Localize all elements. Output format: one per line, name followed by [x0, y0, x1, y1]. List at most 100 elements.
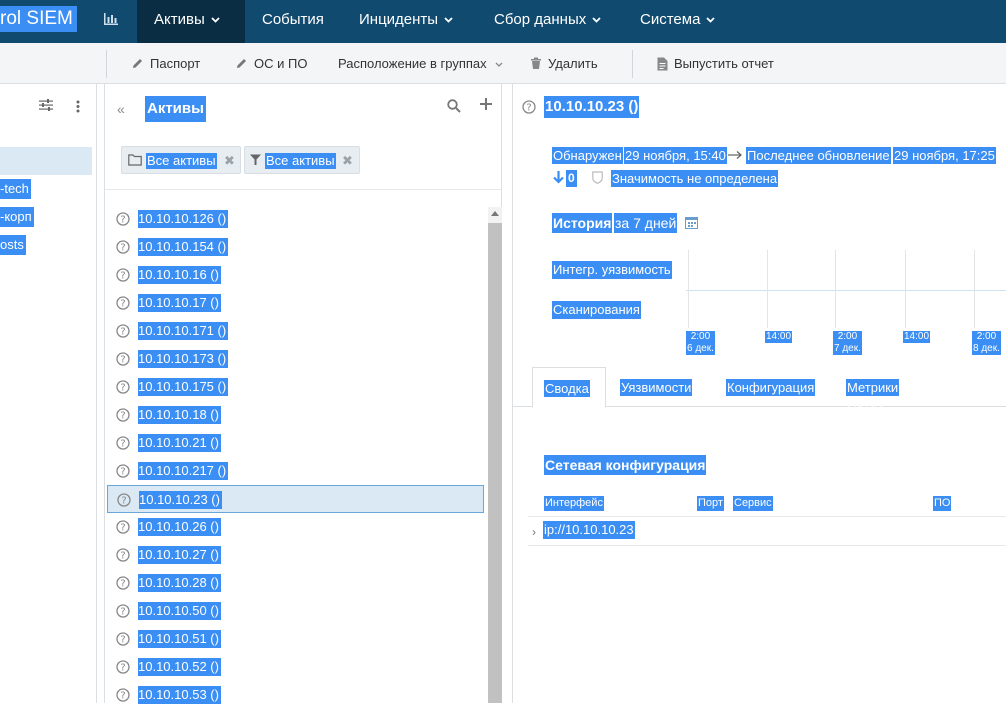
- tab-cvss-metrics-label: Метрики CVSS: [846, 379, 900, 412]
- svg-text:?: ?: [120, 579, 125, 590]
- settings-sliders-icon[interactable]: [39, 99, 53, 111]
- column-header-software[interactable]: ПО: [933, 496, 952, 511]
- asset-list-scrollbar[interactable]: [488, 207, 502, 703]
- asset-list-item[interactable]: ? 10.10.10.18 (): [107, 401, 484, 429]
- asset-list-item[interactable]: ? 10.10.10.17 (): [107, 289, 484, 317]
- svg-text:?: ?: [120, 607, 125, 618]
- svg-text:?: ?: [120, 691, 125, 702]
- nav-system[interactable]: Система: [640, 0, 716, 43]
- asset-list-item[interactable]: ? 10.10.10.26 (): [107, 513, 484, 541]
- nav-assets[interactable]: Активы: [137, 0, 245, 43]
- chevron-down-icon: [211, 17, 220, 23]
- passport-button[interactable]: Паспорт: [131, 43, 200, 84]
- asset-list-item[interactable]: ? 10.10.10.21 (): [107, 429, 484, 457]
- asset-ip-label: 10.10.10.217 (): [138, 462, 229, 480]
- add-icon[interactable]: [480, 98, 492, 110]
- passport-label: Паспорт: [150, 56, 201, 71]
- delete-label: Удалить: [548, 56, 598, 71]
- nav-data-collection-label: Сбор данных: [494, 11, 587, 28]
- asset-list-item[interactable]: ? 10.10.10.52 (): [107, 653, 484, 681]
- column-header-port[interactable]: Порт: [697, 496, 724, 511]
- close-icon[interactable]: ✖: [342, 153, 353, 169]
- timeline-tick-time: 2:00: [690, 331, 711, 342]
- timeline-tick-label: 14:00: [903, 331, 931, 343]
- group-tree-item[interactable]: -tech: [0, 179, 31, 199]
- last-update-value: 29 ноября, 17:25: [893, 147, 996, 164]
- timeline-tick-date: 7 дек.: [834, 343, 861, 354]
- asset-list-item[interactable]: ? 10.10.10.171 (): [107, 317, 484, 345]
- asset-list-pane: « Активы Все активы ✖ Все активы ✖ ? 10.1…: [104, 84, 502, 704]
- timeline-gridline: [767, 250, 768, 328]
- pencil-icon: [133, 59, 142, 69]
- timeline-gridline: [688, 250, 689, 328]
- more-vertical-icon[interactable]: [76, 100, 80, 113]
- unknown-os-icon: ?: [116, 380, 130, 394]
- asset-list-item[interactable]: ? 10.10.10.23 (): [107, 485, 484, 513]
- toolbar-divider: [632, 50, 633, 78]
- asset-list-item[interactable]: ? 10.10.10.53 (): [107, 681, 484, 709]
- group-location-label: Расположение в группах: [338, 56, 487, 71]
- tab-configuration-label: Конфигурация: [726, 379, 816, 396]
- asset-list-item[interactable]: ? 10.10.10.51 (): [107, 625, 484, 653]
- asset-list-item[interactable]: ? 10.10.10.175 (): [107, 373, 484, 401]
- group-filter-chip[interactable]: Все активы ✖: [121, 146, 241, 174]
- asset-ip-label: 10.10.10.126 (): [138, 210, 229, 228]
- group-tree-selected-row[interactable]: [0, 147, 92, 175]
- delete-button[interactable]: Удалить: [530, 43, 598, 84]
- unknown-os-icon: ?: [522, 100, 536, 114]
- chevron-down-icon: [592, 17, 601, 23]
- app-brand[interactable]: rol SIEM: [0, 6, 77, 32]
- asset-ip-label: 10.10.10.17 (): [138, 294, 221, 312]
- asset-list-item[interactable]: ? 10.10.10.28 (): [107, 569, 484, 597]
- asset-list-item[interactable]: ? 10.10.10.154 (): [107, 233, 484, 261]
- column-header-interface[interactable]: Интерфейс: [544, 496, 604, 511]
- close-icon[interactable]: ✖: [224, 153, 235, 169]
- unknown-os-icon: ?: [116, 352, 130, 366]
- group-tree-item[interactable]: osts: [0, 235, 26, 255]
- timeline-tick-date: 8 дек.: [973, 343, 1000, 354]
- asset-ip-label: 10.10.10.173 (): [138, 350, 229, 368]
- filter-funnel-icon: [250, 154, 261, 165]
- asset-ip-label: 10.10.10.16 (): [138, 266, 221, 284]
- table-divider: [528, 516, 1006, 517]
- generate-report-button[interactable]: Выпустить отчет: [657, 43, 774, 84]
- scroll-up-arrow-icon[interactable]: [491, 211, 499, 216]
- column-header-service[interactable]: Сервис: [733, 496, 773, 511]
- asset-list-item[interactable]: ? 10.10.10.27 (): [107, 541, 484, 569]
- timeline-row-vulnerability: Интегр. уязвимость: [552, 261, 672, 279]
- table-divider: [528, 545, 1006, 546]
- nav-incidents[interactable]: Инциденты: [359, 0, 453, 43]
- asset-ip-label: 10.10.10.52 (): [138, 658, 221, 676]
- asset-list-item[interactable]: ? 10.10.10.217 (): [107, 457, 484, 485]
- dashboard-chart-icon[interactable]: [103, 12, 119, 26]
- asset-list-item[interactable]: ? 10.10.10.126 (): [107, 205, 484, 233]
- interface-value[interactable]: ip://10.10.10.23: [543, 521, 635, 539]
- calendar-icon[interactable]: [685, 216, 698, 229]
- tab-summary-label: Сводка: [544, 380, 590, 397]
- nav-events[interactable]: События: [262, 0, 324, 43]
- unknown-os-icon: ?: [116, 464, 130, 478]
- action-toolbar: Паспорт ОС и ПО Расположение в группах У…: [0, 43, 1006, 84]
- tab-summary[interactable]: Сводка: [532, 367, 606, 408]
- asset-list-item[interactable]: ? 10.10.10.16 (): [107, 261, 484, 289]
- search-icon[interactable]: [447, 99, 461, 113]
- group-tree-item[interactable]: -корп: [0, 207, 34, 227]
- asset-list-item[interactable]: ? 10.10.10.50 (): [107, 597, 484, 625]
- svg-text:?: ?: [120, 523, 125, 534]
- timeline-tick-time: 2:00: [837, 331, 858, 342]
- asset-ip-label: 10.10.10.21 (): [138, 434, 221, 452]
- svg-text:?: ?: [120, 411, 125, 422]
- asset-ip-label: 10.10.10.28 (): [138, 574, 221, 592]
- nav-data-collection[interactable]: Сбор данных: [494, 0, 601, 43]
- os-software-button[interactable]: ОС и ПО: [235, 43, 307, 84]
- scrollbar-thumb[interactable]: [488, 223, 502, 703]
- timeline-tick-date: 6 дек.: [687, 343, 714, 354]
- pencil-icon: [237, 59, 246, 69]
- history-period-link[interactable]: за 7 дней: [614, 213, 678, 233]
- chevron-right-icon[interactable]: ›: [532, 525, 536, 539]
- detail-tabs: Сводка Уязвимости Конфигурация Метрики C…: [513, 367, 1006, 412]
- query-filter-chip[interactable]: Все активы ✖: [244, 146, 360, 174]
- asset-list-item[interactable]: ? 10.10.10.173 (): [107, 345, 484, 373]
- collapse-left-icon[interactable]: «: [117, 101, 125, 117]
- group-location-dropdown[interactable]: Расположение в группах: [338, 43, 509, 84]
